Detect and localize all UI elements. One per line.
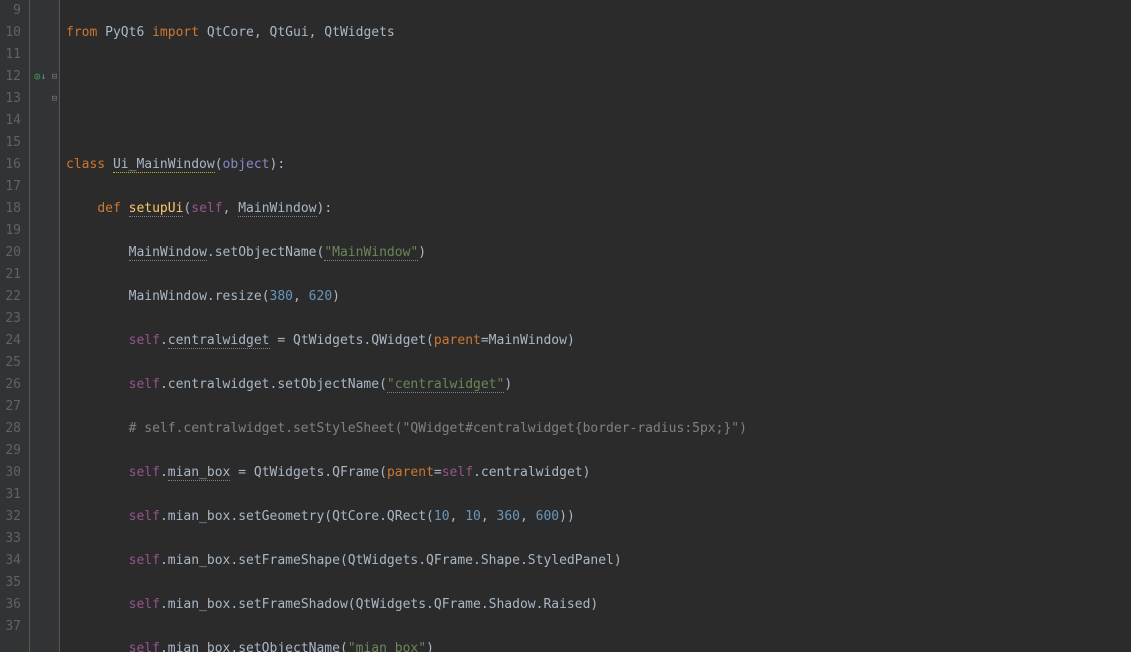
code-line: self.mian_box.setObjectName("mian_box") (66, 638, 1131, 652)
line-number: 19 (4, 220, 21, 242)
line-number-gutter: 9 10 11 12 13 14 15 16 17 18 19 20 21 22… (0, 0, 30, 652)
line-number: 27 (4, 396, 21, 418)
line-number: 15 (4, 132, 21, 154)
line-number: 18 (4, 198, 21, 220)
line-number: 31 (4, 484, 21, 506)
line-number: 13 (4, 88, 21, 110)
line-number: 14 (4, 110, 21, 132)
line-number: 23 (4, 308, 21, 330)
line-number: 10 (4, 22, 21, 44)
code-line: self.centralwidget = QtWidgets.QWidget(p… (66, 330, 1131, 352)
line-number: 20 (4, 242, 21, 264)
line-number: 9 (4, 0, 21, 22)
code-line: self.mian_box.setGeometry(QtCore.QRect(1… (66, 506, 1131, 528)
line-number: 26 (4, 374, 21, 396)
line-number: 12 (4, 66, 21, 88)
line-number: 28 (4, 418, 21, 440)
implements-icon[interactable]: ⊙ (34, 66, 41, 88)
override-down-icon[interactable]: ↓ (41, 66, 46, 88)
code-area[interactable]: from PyQt6 import QtCore, QtGui, QtWidge… (60, 0, 1131, 652)
code-line: MainWindow.resize(380, 620) (66, 286, 1131, 308)
line-number: 37 (4, 616, 21, 638)
line-number: 32 (4, 506, 21, 528)
code-line: self.mian_box = QtWidgets.QFrame(parent=… (66, 462, 1131, 484)
code-line: # self.centralwidget.setStyleSheet("QWid… (66, 418, 1131, 440)
fold-toggle-icon[interactable]: ⊟ (50, 66, 59, 88)
gutter-icons: ⊙↓ (30, 0, 50, 652)
code-line: class Ui_MainWindow(object): (66, 154, 1131, 176)
line-number: 17 (4, 176, 21, 198)
line-number: 29 (4, 440, 21, 462)
code-line (66, 66, 1131, 88)
line-number: 30 (4, 462, 21, 484)
line-number: 35 (4, 572, 21, 594)
line-number: 21 (4, 264, 21, 286)
code-line: self.mian_box.setFrameShadow(QtWidgets.Q… (66, 594, 1131, 616)
code-line: self.mian_box.setFrameShape(QtWidgets.QF… (66, 550, 1131, 572)
fold-gutter: ⊟ ⊟ (50, 0, 60, 652)
code-editor[interactable]: 9 10 11 12 13 14 15 16 17 18 19 20 21 22… (0, 0, 1131, 652)
line-number: 33 (4, 528, 21, 550)
line-number: 34 (4, 550, 21, 572)
line-number: 25 (4, 352, 21, 374)
fold-toggle-icon[interactable]: ⊟ (50, 88, 59, 110)
line-number: 24 (4, 330, 21, 352)
line-number: 22 (4, 286, 21, 308)
line-number: 16 (4, 154, 21, 176)
line-number: 36 (4, 594, 21, 616)
code-line: MainWindow.setObjectName("MainWindow") (66, 242, 1131, 264)
code-line: from PyQt6 import QtCore, QtGui, QtWidge… (66, 22, 1131, 44)
code-line: self.centralwidget.setObjectName("centra… (66, 374, 1131, 396)
code-line (66, 110, 1131, 132)
code-line: def setupUi(self, MainWindow): (66, 198, 1131, 220)
line-number: 11 (4, 44, 21, 66)
